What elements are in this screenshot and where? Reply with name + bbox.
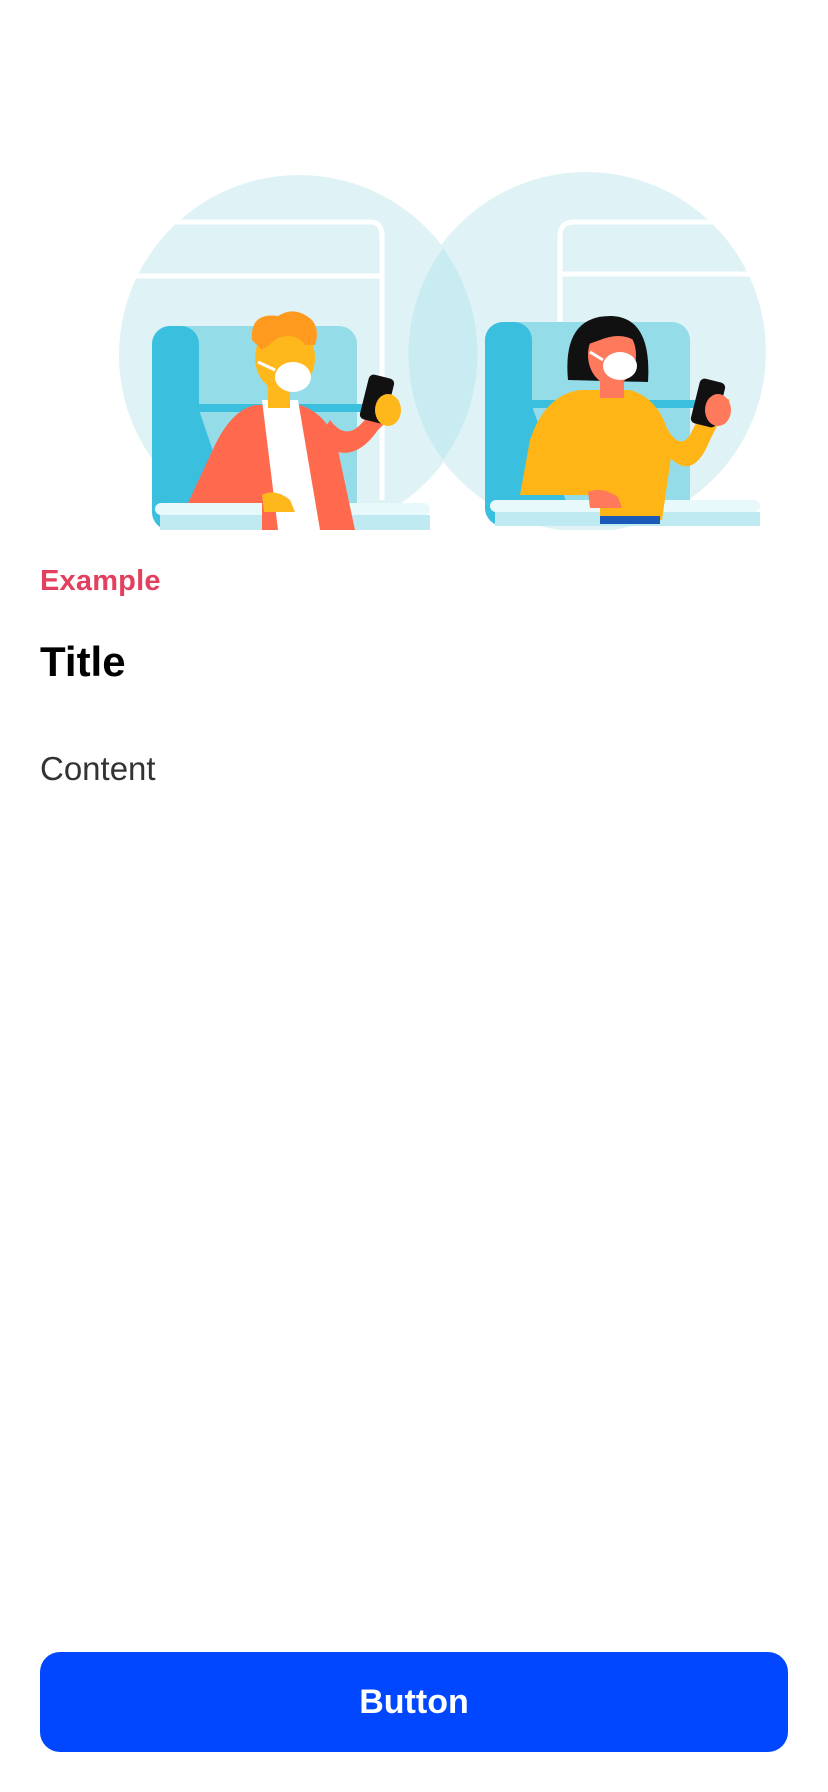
page-title: Title: [40, 638, 126, 685]
passengers-illustration: [119, 172, 766, 530]
eyebrow-label: Example: [40, 565, 161, 597]
content-text: Content: [40, 750, 156, 787]
primary-button[interactable]: Button: [40, 1652, 788, 1752]
face-mask: [603, 352, 637, 380]
face-mask: [275, 362, 311, 392]
hero-illustration: [0, 0, 828, 530]
